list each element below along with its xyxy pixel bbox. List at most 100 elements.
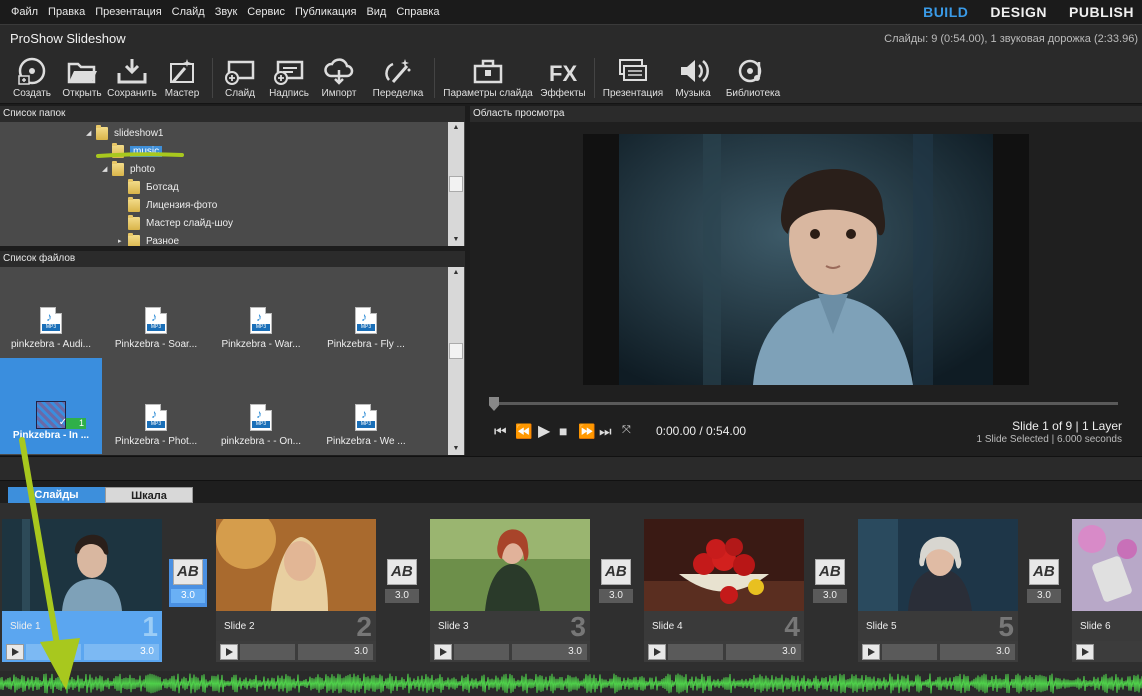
slide-number: 2 [356,611,372,642]
show-options-button[interactable]: Презентация [600,56,666,102]
files-scrollbar[interactable]: ▲ ▼ [448,267,464,455]
transition-item[interactable]: AB 3.0 [1025,559,1063,607]
slide-duration[interactable]: 3.0 [940,644,1015,660]
transition-item[interactable]: AB 3.0 [597,559,635,607]
slide-duration[interactable]: 3.0 [512,644,587,660]
library-label: Библиотека [725,88,781,99]
slide-play-icon[interactable] [1076,644,1094,660]
tree-item-slideshow-wizard[interactable]: Мастер слайд-шоу [118,214,233,232]
transition-item[interactable]: AB 3.0 [383,559,421,607]
slide-play-icon[interactable] [862,644,880,660]
annotation-arrow [19,437,80,690]
mode-build[interactable]: BUILD [923,4,968,20]
file-item[interactable]: ♪ MP3 Pinkzebra - Fly ... [315,267,417,363]
tree-item-misc[interactable]: ▸ Разное [118,232,179,246]
menu-tools[interactable]: Сервис [242,0,290,24]
transition-ab-icon: AB [815,559,845,585]
tree-item-label: Разное [146,235,180,247]
fullscreen-icon[interactable]: ⤧ [622,424,631,437]
slide-thumbnail [430,519,590,611]
menu-audio[interactable]: Звук [210,0,243,24]
skip-to-start-icon[interactable]: ⏮ [494,423,507,440]
rewind-icon[interactable]: ⏪ [515,423,532,440]
remix-label: Переделка [372,88,424,99]
remix-button[interactable]: Переделка [368,56,428,102]
transition-item[interactable]: AB 3.0 [169,559,207,607]
slide-play-icon[interactable] [220,644,238,660]
tree-item-photo[interactable]: ◢ photo [102,160,155,178]
file-item[interactable]: ♪ MP3 Pinkzebra - Soar... [105,267,207,363]
tree-item-slideshow1[interactable]: ◢ slideshow1 [86,124,163,142]
scroll-down-icon[interactable]: ▼ [448,443,464,455]
mp3-file-icon: ♪ MP3 [355,404,377,431]
app-title: ProShow Slideshow [10,31,126,46]
play-icon[interactable]: ▶ [538,421,550,441]
tree-item-botsad[interactable]: Ботсад [118,178,179,196]
slide-item[interactable]: Slide 2 2 3.0 [216,519,376,662]
collapsed-arrow-icon[interactable]: ▸ [118,237,128,245]
effects-label: Эффекты [540,88,586,99]
wizard-button[interactable]: Мастер [161,56,203,102]
fast-forward-icon[interactable]: ⏩ [578,423,595,440]
panel-splitter[interactable] [0,456,1142,481]
file-item[interactable]: ♪ MP3 pinkzebra - - On... [210,364,312,455]
expand-arrow-icon[interactable]: ◢ [86,129,96,137]
skip-to-end-icon[interactable]: ⏭ [599,423,612,440]
stop-icon[interactable]: ■ [559,423,567,439]
file-item[interactable]: ♪ MP3 Pinkzebra - Phot... [105,364,207,455]
menu-view[interactable]: Вид [361,0,391,24]
open-button[interactable]: Открыть [58,56,106,102]
import-button[interactable]: Импорт [318,56,360,102]
file-item[interactable]: ♪ MP3 Pinkzebra - War... [210,267,312,363]
folder-scrollbar[interactable]: ▲ ▼ [448,122,464,246]
menu-show[interactable]: Презентация [90,0,166,24]
slide-audio-bar [454,644,509,660]
caption-button[interactable]: Надпись [266,56,312,102]
menu-slide[interactable]: Слайд [167,0,210,24]
scroll-down-icon[interactable]: ▼ [448,234,464,246]
file-item[interactable]: ♪ MP3 pinkzebra - Audi... [0,267,102,363]
slide-item[interactable]: Slide 4 4 3.0 [644,519,804,662]
transition-item[interactable]: AB 3.0 [811,559,849,607]
slide-item[interactable]: Slide 6 [1072,519,1142,662]
remix-icon [385,59,411,83]
slide-play-icon[interactable] [648,644,666,660]
slide-item[interactable]: Slide 3 3 3.0 [430,519,590,662]
slide-thumbnail [858,519,1018,611]
music-label: Музыка [675,88,711,99]
toolbar-separator [434,58,435,98]
scroll-up-icon[interactable]: ▲ [448,267,464,279]
effects-button[interactable]: FX Эффекты [538,56,588,102]
slide-play-icon[interactable] [434,644,452,660]
save-button[interactable]: Сохранить [107,56,157,102]
title-bar: ProShow Slideshow Слайды: 9 (0:54.00), 1… [0,24,1142,52]
menu-publish[interactable]: Публикация [290,0,361,24]
file-item[interactable]: ♪ MP3 Pinkzebra - We ... [315,364,417,455]
transition-duration: 3.0 [599,589,633,603]
folder-icon [112,160,124,176]
menu-edit[interactable]: Правка [43,0,90,24]
show-options-label: Презентация [602,88,664,99]
scroll-thumb[interactable] [449,343,463,359]
slide-audio-bar [240,644,295,660]
create-button[interactable]: Создать [10,56,54,102]
add-slide-button[interactable]: Слайд [220,56,260,102]
slide-duration[interactable]: 3.0 [726,644,801,660]
slide-options-label: Параметры слайда [443,88,533,99]
menu-help[interactable]: Справка [391,0,444,24]
scroll-thumb[interactable] [449,176,463,192]
library-button[interactable]: Библиотека [722,56,784,102]
slide-options-button[interactable]: Параметры слайда [440,56,536,102]
soundtrack-waveform[interactable] [0,671,1142,696]
tree-item-license-photo[interactable]: Лицензия-фото [118,196,217,214]
scroll-up-icon[interactable]: ▲ [448,122,464,134]
slide-number: 5 [998,611,1014,642]
music-button[interactable]: Музыка [672,56,714,102]
slide-duration[interactable]: 3.0 [298,644,373,660]
preview-timeline[interactable] [492,402,1118,405]
expand-arrow-icon[interactable]: ◢ [102,165,112,173]
slide-item[interactable]: Slide 5 5 3.0 [858,519,1018,662]
mode-publish[interactable]: PUBLISH [1069,4,1134,20]
mode-design[interactable]: DESIGN [990,4,1047,20]
menu-file[interactable]: Файл [0,0,43,24]
